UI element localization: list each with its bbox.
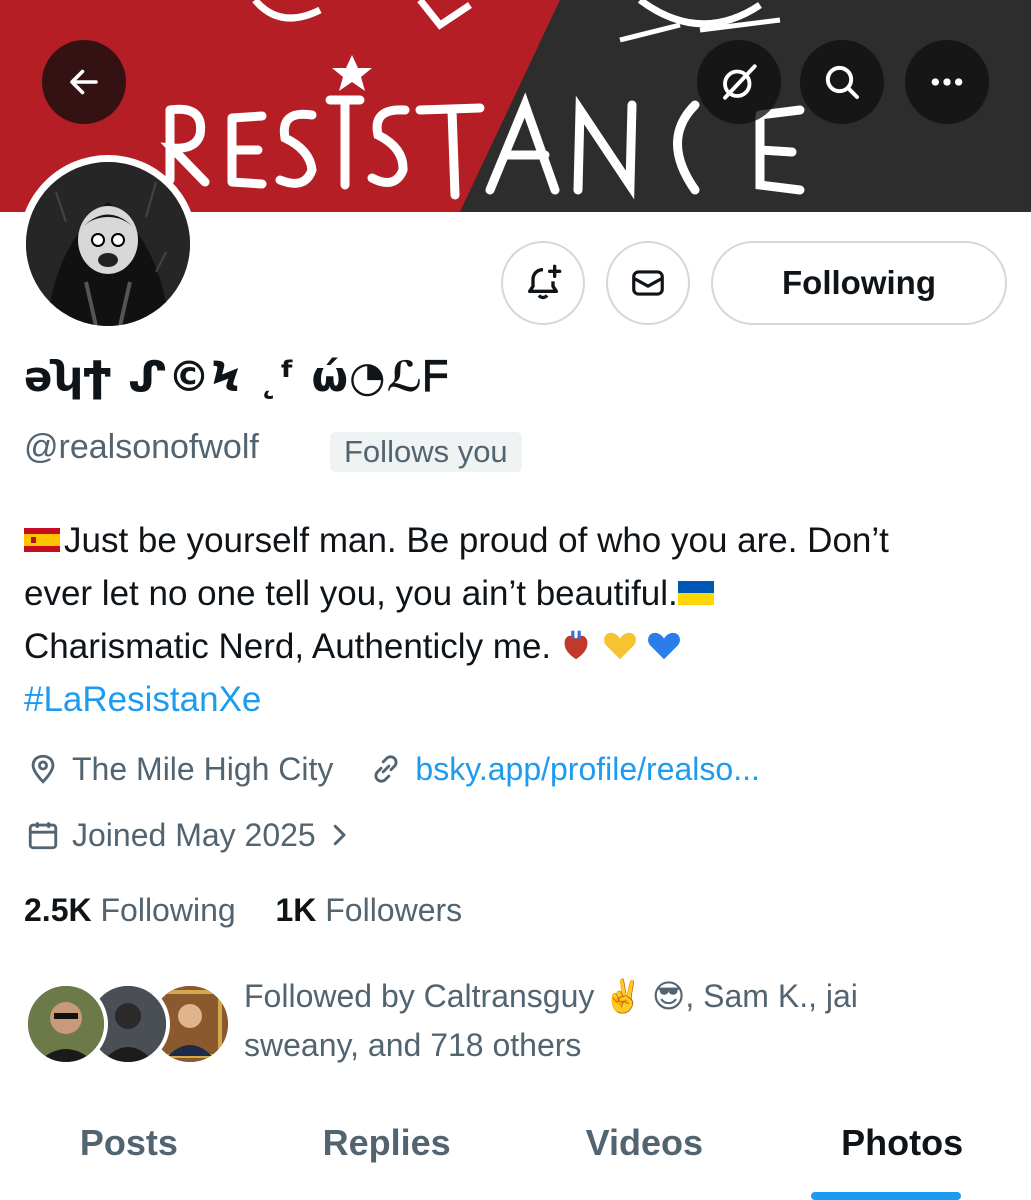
link-icon — [374, 755, 398, 783]
chevron-right-icon — [333, 824, 346, 846]
ukraine-flag-icon — [677, 580, 714, 605]
joined-text: Joined May 2025 — [72, 816, 316, 853]
envelope-icon — [632, 270, 664, 296]
tab-replies[interactable]: Replies — [258, 1100, 516, 1200]
arrow-left-icon — [70, 69, 98, 95]
active-tab-indicator — [811, 1192, 961, 1200]
grok-icon — [723, 64, 757, 100]
profile-link[interactable]: bsky.app/profile/realso... — [367, 750, 760, 788]
avatar-image — [26, 162, 190, 326]
followed-by-line-2: sweany, and 718 others — [244, 1027, 582, 1063]
profile-meta-location: The Mile High City bsky.app/profile/real… — [24, 750, 760, 788]
bio-line-2: ever let no one tell you, you ain’t beau… — [24, 574, 678, 613]
following-count-link[interactable]: 2.5K Following — [24, 892, 236, 928]
follows-you-badge: Follows you — [330, 432, 522, 472]
followers-count: 1K — [275, 892, 317, 928]
followers-count-link[interactable]: 1K Followers — [275, 892, 462, 928]
joined-row[interactable]: Joined May 2025 — [24, 816, 354, 854]
followed-by-avatars[interactable] — [24, 982, 232, 1066]
message-button[interactable] — [606, 241, 690, 325]
blue-heart-icon — [648, 632, 681, 659]
link-text[interactable]: bsky.app/profile/realso... — [415, 751, 759, 788]
tab-photos[interactable]: Photos — [773, 1100, 1031, 1200]
more-icon — [931, 78, 963, 86]
tab-videos[interactable]: Videos — [516, 1100, 774, 1200]
followed-by-text[interactable]: Followed by Caltransguy ✌️ 😎, Sam K., ja… — [244, 972, 1004, 1070]
search-icon — [825, 65, 859, 99]
following-label: Following — [100, 892, 236, 928]
notify-button[interactable] — [501, 241, 585, 325]
followed-by-line-1: Followed by Caltransguy ✌️ 😎, Sam K., ja… — [244, 978, 858, 1014]
bio-line-3: Charismatic Nerd, Authenticly me. — [24, 627, 552, 666]
more-button[interactable] — [905, 40, 989, 124]
location-pin-icon — [31, 754, 55, 784]
display-name: ǝʮϮ ᔑ©Ϟ ˛ᶠ ώ◔ℒᖴ — [24, 352, 450, 401]
avatar — [24, 982, 108, 1066]
follow-counts: 2.5K Following 1K Followers — [24, 892, 462, 929]
followers-label: Followers — [325, 892, 463, 928]
search-button[interactable] — [800, 40, 884, 124]
profile-tabs: Posts Replies Videos Photos — [0, 1100, 1031, 1200]
bio: Just be yourself man. Be proud of who yo… — [24, 514, 1014, 726]
back-button[interactable] — [42, 40, 126, 124]
hashtag-link[interactable]: #LaResistanXe — [24, 673, 1014, 726]
calendar-icon — [28, 822, 58, 850]
yellow-heart-icon — [604, 632, 637, 659]
following-count: 2.5K — [24, 892, 92, 928]
anatomical-heart-icon — [564, 630, 588, 659]
following-button[interactable]: Following — [711, 241, 1007, 325]
location-text: The Mile High City — [72, 750, 334, 787]
tab-posts[interactable]: Posts — [0, 1100, 258, 1200]
handle: @realsonofwolf — [24, 428, 259, 466]
bell-plus-icon — [528, 264, 562, 300]
bio-line-1: Just be yourself man. Be proud of who yo… — [64, 521, 889, 560]
profile-avatar[interactable] — [19, 155, 197, 333]
grok-button[interactable] — [697, 40, 781, 124]
spain-flag-icon — [24, 527, 60, 552]
